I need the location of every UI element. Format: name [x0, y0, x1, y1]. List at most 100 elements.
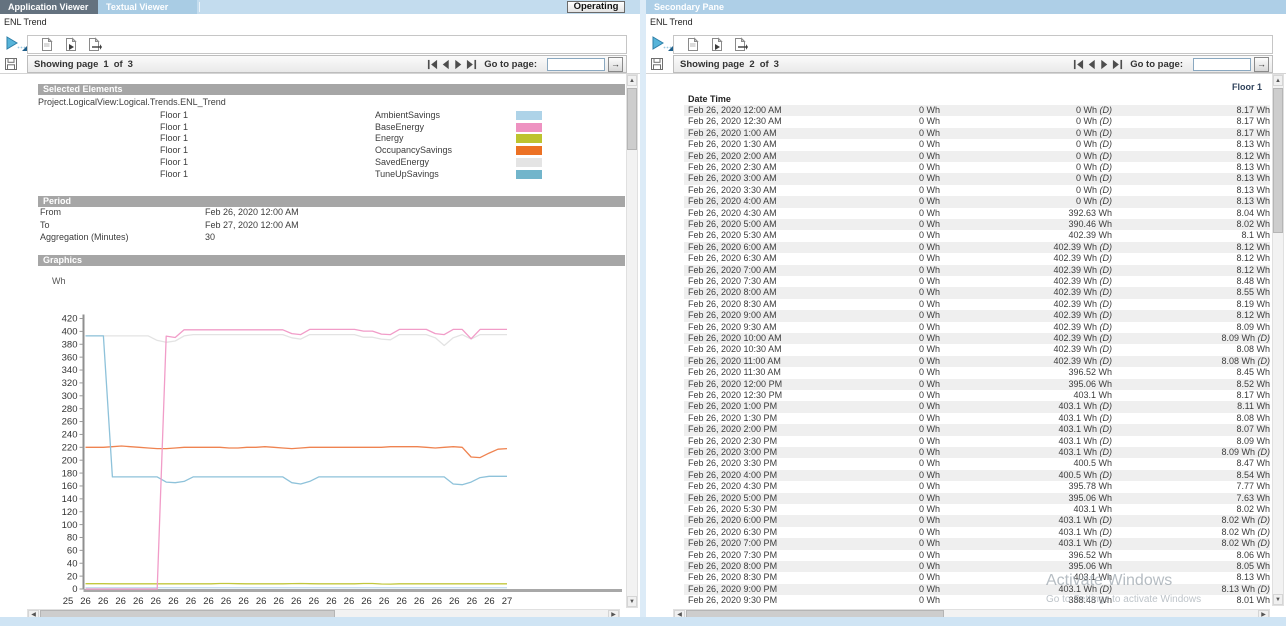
next-page-button[interactable]	[1098, 58, 1111, 70]
table-cell: 8.1 Wh	[1120, 230, 1270, 241]
y-tick-label: 260	[62, 417, 78, 428]
export-report-icon[interactable]	[86, 37, 102, 53]
table-row: Feb 26, 2020 5:00 AM0 Wh390.46 Wh8.02 Wh	[684, 219, 1270, 230]
scroll-up-icon[interactable]: ▲	[627, 75, 637, 86]
goto-page-go-button[interactable]: →	[608, 57, 623, 72]
table-cell: Feb 26, 2020 10:00 AM	[688, 333, 782, 344]
goto-page-input[interactable]	[547, 58, 605, 71]
left-content-divider	[0, 73, 640, 74]
element-location: Floor 1	[160, 157, 188, 168]
previous-page-button[interactable]	[1085, 58, 1098, 70]
left-horizontal-scrollbar[interactable]: ◀ ▶	[27, 609, 620, 617]
y-tick-label: 200	[62, 455, 78, 466]
table-cell: 0 Wh	[816, 447, 940, 458]
table-cell: 395.06 Wh	[976, 493, 1112, 504]
scroll-right-icon[interactable]: ▶	[1258, 610, 1269, 617]
right-vertical-scrollbar[interactable]: ▲ ▼	[1272, 74, 1284, 606]
table-cell: Feb 26, 2020 12:30 AM	[688, 116, 782, 127]
left-vertical-scrollbar[interactable]: ▲ ▼	[626, 74, 638, 608]
left-horizontal-scroll-thumb[interactable]	[40, 610, 335, 617]
table-row: Feb 26, 2020 5:30 AM0 Wh402.39 Wh8.1 Wh	[684, 230, 1270, 241]
last-page-button[interactable]	[1111, 58, 1124, 70]
series-TuneUpSavings	[86, 336, 508, 485]
table-cell: 403.1 Wh (D)	[976, 401, 1112, 412]
table-cell: 402.39 Wh (D)	[976, 287, 1112, 298]
scroll-up-icon[interactable]: ▲	[1273, 75, 1283, 86]
element-location: Floor 1	[160, 133, 188, 144]
save-icon[interactable]	[5, 57, 17, 69]
next-page-button[interactable]	[452, 58, 465, 70]
table-cell: 0 Wh	[816, 322, 940, 333]
x-tick-label: 26	[309, 596, 320, 607]
table-cell: 8.17 Wh	[1120, 128, 1270, 139]
right-horizontal-scroll-thumb[interactable]	[686, 610, 944, 617]
table-cell: 0 Wh	[816, 367, 940, 378]
y-tick-label: 380	[62, 339, 78, 350]
y-tick-label: 80	[67, 533, 78, 544]
scroll-down-icon[interactable]: ▼	[627, 596, 637, 607]
scroll-left-icon[interactable]: ◀	[674, 610, 685, 617]
run-report-icon[interactable]	[62, 37, 78, 53]
scroll-down-icon[interactable]: ▼	[1273, 594, 1283, 605]
x-tick-label: 26	[361, 596, 372, 607]
y-tick-label: 340	[62, 365, 78, 376]
export-report-icon[interactable]	[732, 37, 748, 53]
left-vertical-scroll-thumb[interactable]	[627, 88, 637, 150]
right-horizontal-scrollbar[interactable]: ◀ ▶	[673, 609, 1270, 617]
last-page-button[interactable]	[465, 58, 478, 70]
first-page-button[interactable]	[426, 58, 439, 70]
y-tick-label: 300	[62, 391, 78, 402]
scroll-left-icon[interactable]: ◀	[28, 610, 39, 617]
x-tick-label: 26	[168, 596, 179, 607]
element-location: Floor 1	[160, 145, 188, 156]
table-cell: 0 Wh	[816, 379, 940, 390]
run-play-icon[interactable]	[651, 36, 675, 52]
series-Energy	[86, 584, 508, 585]
right-toolbar	[673, 35, 1273, 54]
goto-page-input[interactable]	[1193, 58, 1251, 71]
operating-button[interactable]: Operating	[567, 1, 625, 13]
showing-page-label: Showing page	[34, 59, 98, 70]
tab-application-viewer[interactable]: Application Viewer	[0, 0, 98, 14]
table-cell: Feb 26, 2020 4:30 AM	[688, 208, 777, 219]
table-cell: Feb 26, 2020 4:00 PM	[688, 470, 777, 481]
table-cell: Feb 26, 2020 2:00 PM	[688, 424, 777, 435]
table-cell: 403.1 Wh (D)	[976, 436, 1112, 447]
report-document-icon[interactable]	[684, 37, 700, 53]
table-row: Feb 26, 2020 11:00 AM0 Wh402.39 Wh (D)8.…	[684, 356, 1270, 367]
table-cell: 0 Wh	[816, 139, 940, 150]
table-cell: 8.52 Wh	[1120, 379, 1270, 390]
left-toolbar	[27, 35, 627, 54]
previous-page-button[interactable]	[439, 58, 452, 70]
table-cell: 8.13 Wh	[1120, 196, 1270, 207]
table-cell: 8.12 Wh	[1120, 242, 1270, 253]
run-play-icon[interactable]	[5, 36, 29, 52]
x-tick-label: 26	[115, 596, 126, 607]
left-trend-title: ENL Trend	[4, 17, 47, 27]
table-cell: Feb 26, 2020 6:00 AM	[688, 242, 777, 253]
table-row: Feb 26, 2020 4:00 PM0 Wh400.5 Wh (D)8.54…	[684, 470, 1270, 481]
goto-page-go-button[interactable]: →	[1254, 57, 1269, 72]
x-tick-label: 26	[396, 596, 407, 607]
table-cell: 8.08 Wh	[1120, 413, 1270, 424]
table-row: Feb 26, 2020 3:30 PM0 Wh400.5 Wh8.47 Wh	[684, 458, 1270, 469]
table-cell: 8.13 Wh	[1120, 185, 1270, 196]
report-document-icon[interactable]	[38, 37, 54, 53]
tab-textual-viewer[interactable]: Textual Viewer	[98, 0, 197, 14]
right-vertical-scroll-thumb[interactable]	[1273, 88, 1283, 233]
table-row: Feb 26, 2020 12:30 AM0 Wh0 Wh (D)8.17 Wh	[684, 116, 1270, 127]
scroll-right-icon[interactable]: ▶	[608, 610, 619, 617]
x-tick-label: 26	[98, 596, 109, 607]
table-cell: 0 Wh (D)	[976, 105, 1112, 116]
table-cell: Feb 26, 2020 9:30 AM	[688, 322, 777, 333]
x-tick-label: 26	[80, 596, 91, 607]
right-content-divider	[646, 73, 1286, 74]
table-row: Feb 26, 2020 6:00 AM0 Wh402.39 Wh (D)8.1…	[684, 242, 1270, 253]
first-page-button[interactable]	[1072, 58, 1085, 70]
run-report-icon[interactable]	[708, 37, 724, 53]
table-cell: 403.1 Wh (D)	[976, 413, 1112, 424]
save-icon[interactable]	[651, 57, 663, 69]
x-tick-label: 26	[256, 596, 267, 607]
secondary-pane-header[interactable]: Secondary Pane	[646, 0, 1286, 14]
table-row: Feb 26, 2020 1:00 AM0 Wh0 Wh (D)8.17 Wh	[684, 128, 1270, 139]
